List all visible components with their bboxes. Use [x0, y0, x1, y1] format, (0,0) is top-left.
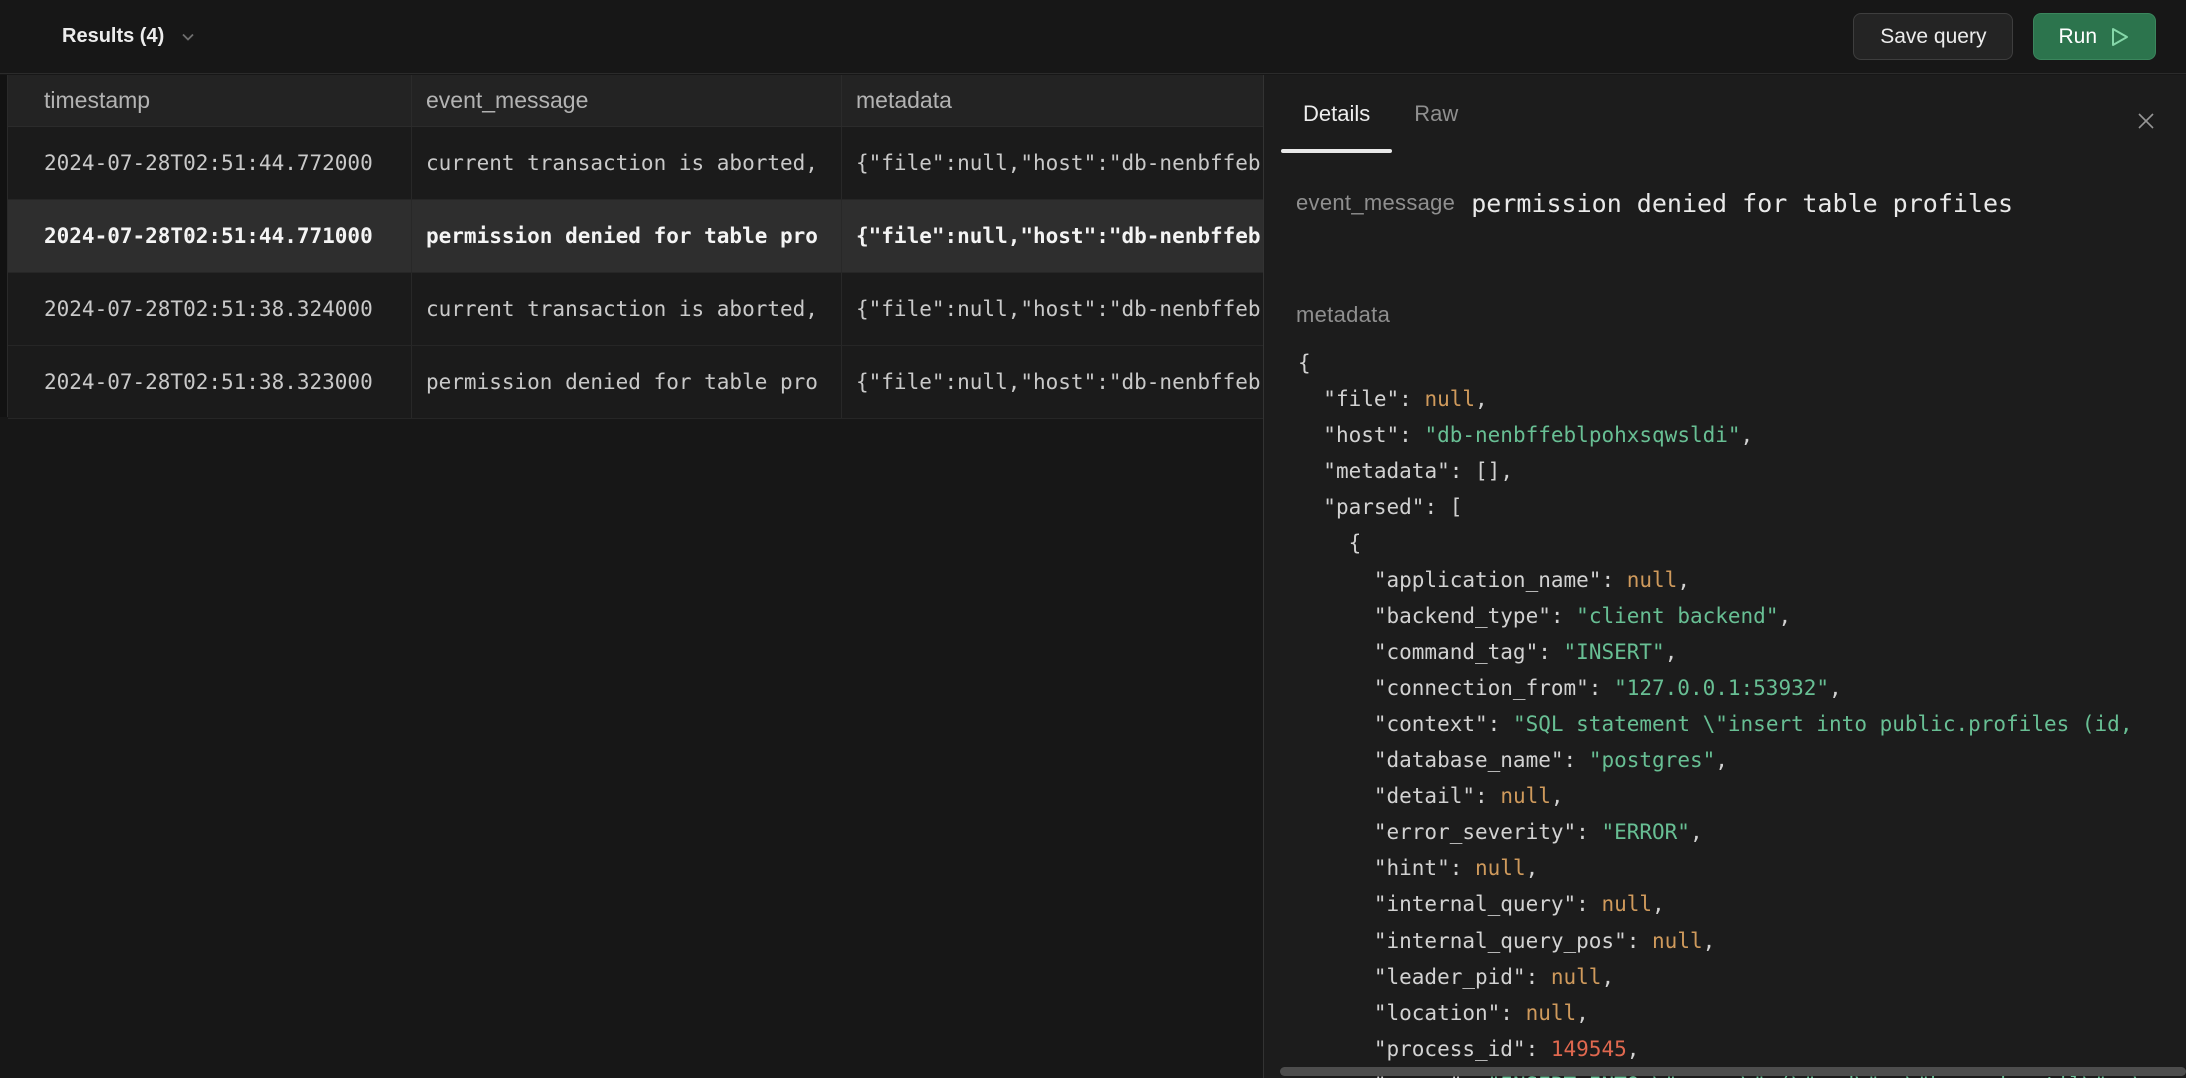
json-line: "host": "db-nenbffeblpohxsqwsldi",: [1298, 417, 2186, 453]
cell-event-message: permission denied for table pro: [412, 346, 842, 418]
json-line: "file": null,: [1298, 381, 2186, 417]
json-line: {: [1298, 525, 2186, 561]
cell-metadata: {"file":null,"host":"db-nenbffeb: [842, 346, 1263, 418]
metadata-section: metadata: [1296, 297, 1390, 333]
run-label: Run: [2058, 25, 2097, 49]
json-line: "leader_pid": null,: [1298, 959, 2186, 995]
json-line: "detail": null,: [1298, 778, 2186, 814]
table-row[interactable]: 2024-07-28T02:51:44.772000current transa…: [8, 127, 1263, 200]
json-line: "parsed": [: [1298, 489, 2186, 525]
table-left-edge: [0, 75, 8, 417]
save-query-label: Save query: [1880, 25, 1986, 49]
table-row[interactable]: 2024-07-28T02:51:38.324000current transa…: [8, 273, 1263, 346]
table-row[interactable]: 2024-07-28T02:51:38.323000permission den…: [8, 346, 1263, 419]
close-panel-button[interactable]: [2128, 103, 2164, 139]
close-icon: [2134, 109, 2158, 133]
json-line: "context": "SQL statement \"insert into …: [1298, 706, 2186, 742]
json-line: "connection_from": "127.0.0.1:53932",: [1298, 670, 2186, 706]
column-header-timestamp: timestamp: [8, 75, 412, 126]
cell-timestamp: 2024-07-28T02:51:44.771000: [8, 200, 412, 272]
json-line: {: [1298, 345, 2186, 381]
tab-details-label: Details: [1303, 101, 1370, 127]
json-line: "internal_query": null,: [1298, 886, 2186, 922]
column-header-metadata: metadata: [842, 75, 1263, 126]
table-header-row: timestamp event_message metadata: [8, 75, 1263, 127]
results-table: timestamp event_message metadata 2024-07…: [0, 75, 1263, 1078]
event-message-value: permission denied for table profiles: [1471, 189, 2013, 218]
table-body: 2024-07-28T02:51:44.772000current transa…: [8, 127, 1263, 419]
cell-timestamp: 2024-07-28T02:51:38.324000: [8, 273, 412, 345]
results-count-label: Results (4): [62, 25, 164, 48]
json-line: "location": null,: [1298, 995, 2186, 1031]
json-line: "metadata": [],: [1298, 453, 2186, 489]
tab-raw-label: Raw: [1414, 101, 1458, 127]
cell-event-message: current transaction is aborted,: [412, 273, 842, 345]
json-line: "process_id": 149545,: [1298, 1031, 2186, 1067]
tab-raw[interactable]: Raw: [1392, 75, 1480, 153]
cell-event-message: permission denied for table pro: [412, 200, 842, 272]
cell-metadata: {"file":null,"host":"db-nenbffeb: [842, 200, 1263, 272]
event-message-label: event_message: [1296, 190, 1455, 216]
metadata-json-viewer: { "file": null, "host": "db-nenbffeblpoh…: [1298, 345, 2186, 1078]
horizontal-scrollbar[interactable]: [1280, 1067, 2186, 1076]
query-toolbar: Results (4) Save query Run: [0, 0, 2186, 74]
column-header-event-message: event_message: [412, 75, 842, 126]
panel-tabs: Details Raw: [1264, 75, 2186, 153]
cell-metadata: {"file":null,"host":"db-nenbffeb: [842, 273, 1263, 345]
run-button[interactable]: Run: [2033, 13, 2156, 60]
results-dropdown[interactable]: Results (4): [62, 25, 198, 48]
json-line: "error_severity": "ERROR",: [1298, 814, 2186, 850]
cell-timestamp: 2024-07-28T02:51:38.323000: [8, 346, 412, 418]
event-message-row: event_message permission denied for tabl…: [1296, 183, 2178, 223]
toolbar-actions: Save query Run: [1853, 13, 2156, 60]
table-row[interactable]: 2024-07-28T02:51:44.771000permission den…: [8, 200, 1263, 273]
json-line: "database_name": "postgres",: [1298, 742, 2186, 778]
chevron-down-icon: [178, 27, 198, 47]
json-line: "internal_query_pos": null,: [1298, 923, 2186, 959]
cell-metadata: {"file":null,"host":"db-nenbffeb: [842, 127, 1263, 199]
json-line: "backend_type": "client backend",: [1298, 598, 2186, 634]
json-line: "application_name": null,: [1298, 562, 2186, 598]
metadata-label: metadata: [1296, 302, 1390, 328]
tab-details[interactable]: Details: [1281, 75, 1392, 153]
json-line: "hint": null,: [1298, 850, 2186, 886]
details-panel: Details Raw event_message permission den…: [1263, 75, 2186, 1078]
json-line: "command_tag": "INSERT",: [1298, 634, 2186, 670]
cell-timestamp: 2024-07-28T02:51:44.772000: [8, 127, 412, 199]
cell-event-message: current transaction is aborted,: [412, 127, 842, 199]
save-query-button[interactable]: Save query: [1853, 13, 2013, 60]
play-icon: [2109, 25, 2131, 49]
